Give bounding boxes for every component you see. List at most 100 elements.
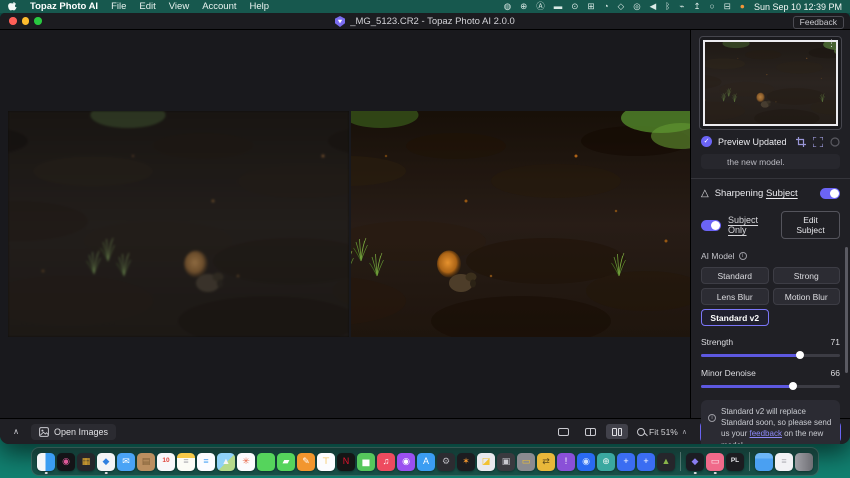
dock-file-transfer-icon[interactable]: ⇄ bbox=[537, 453, 555, 471]
display-icon[interactable]: ▬ bbox=[554, 0, 563, 13]
dock-game-app-icon[interactable]: ✶ bbox=[457, 453, 475, 471]
screen-mirroring-icon[interactable]: ⊞ bbox=[587, 0, 594, 13]
update-icon[interactable]: ↥ bbox=[693, 0, 700, 13]
dock-network-globe-app-icon[interactable]: ⊕ bbox=[597, 453, 615, 471]
menu-item-file[interactable]: File bbox=[111, 0, 126, 13]
zoom-out-icon[interactable] bbox=[637, 428, 645, 436]
zoom-fit-label[interactable]: Fit 51% bbox=[649, 427, 678, 437]
dock-topaz-photo-ai-icon[interactable]: ◆ bbox=[686, 453, 704, 471]
dock-keynote-icon[interactable]: ⊤ bbox=[317, 453, 335, 471]
model-button-standard[interactable]: Standard bbox=[701, 267, 769, 284]
dock-lightroom-app-icon[interactable]: ▲ bbox=[657, 453, 675, 471]
sharpening-label: Sharpening Subject bbox=[715, 188, 798, 199]
single-view-button[interactable] bbox=[552, 424, 574, 439]
dock-alert-app-icon[interactable]: ! bbox=[557, 453, 575, 471]
model-button-strong[interactable]: Strong bbox=[773, 267, 841, 284]
dock-reminders-icon[interactable]: ≡ bbox=[197, 453, 215, 471]
feedback-link[interactable]: feedback bbox=[749, 429, 781, 438]
open-images-button[interactable]: Open Images bbox=[31, 424, 116, 440]
dock-mail-icon[interactable]: ✉ bbox=[117, 453, 135, 471]
topaz-logo-icon bbox=[335, 16, 345, 27]
dock-document-icon[interactable]: ≡ bbox=[775, 453, 793, 471]
dock-finder-icon[interactable] bbox=[37, 453, 55, 471]
photo-preview-processed[interactable] bbox=[351, 111, 690, 337]
dock-system-settings-icon[interactable]: ⚙ bbox=[437, 453, 455, 471]
sidecar-icon[interactable]: ⊟ bbox=[724, 0, 731, 13]
panel-scrollbar[interactable] bbox=[845, 247, 848, 373]
dock-screen-sharing-icon[interactable]: ▭ bbox=[517, 453, 535, 471]
dock-compass-app-icon[interactable]: ◉ bbox=[577, 453, 595, 471]
model-button-lens-blur[interactable]: Lens Blur bbox=[701, 288, 769, 305]
ai-model-info-icon[interactable]: i bbox=[739, 252, 747, 260]
dock-folder-icon[interactable] bbox=[755, 453, 773, 471]
scrolled-notice-card: the new model. bbox=[701, 154, 840, 169]
input-source-icon[interactable]: Ⓐ bbox=[536, 0, 545, 13]
spotlight-icon[interactable]: ○ bbox=[710, 0, 715, 13]
model-button-standard-v2[interactable]: Standard v2 bbox=[701, 309, 769, 326]
menu-item-account[interactable]: Account bbox=[202, 0, 236, 13]
timer-icon[interactable]: ◔ bbox=[604, 0, 609, 13]
fullscreen-icon[interactable] bbox=[813, 137, 823, 147]
app-status-icon[interactable]: ● bbox=[740, 0, 745, 13]
image-canvas[interactable] bbox=[0, 30, 690, 418]
split-view-button[interactable] bbox=[579, 424, 601, 439]
feedback-button[interactable]: Feedback bbox=[793, 16, 844, 29]
network-icon[interactable]: ⊕ bbox=[520, 0, 527, 13]
bluetooth-icon[interactable]: ᛒ bbox=[665, 0, 670, 13]
dock-podcasts-icon[interactable]: ◉ bbox=[397, 453, 415, 471]
crop-icon[interactable] bbox=[796, 137, 806, 147]
menu-item-edit[interactable]: Edit bbox=[139, 0, 155, 13]
dock-photo-booth-icon[interactable]: ▣ bbox=[497, 453, 515, 471]
dock-photos-icon[interactable]: ✳ bbox=[237, 453, 255, 471]
dock-app-store-icon[interactable]: A bbox=[417, 453, 435, 471]
dock-launchpad-icon[interactable]: ▦ bbox=[77, 453, 95, 471]
strength-slider[interactable] bbox=[701, 354, 840, 357]
dock-pages-icon[interactable]: ✎ bbox=[297, 453, 315, 471]
dock-messages-icon[interactable] bbox=[257, 453, 275, 471]
menu-item-help[interactable]: Help bbox=[250, 0, 270, 13]
subject-only-toggle[interactable] bbox=[701, 220, 721, 231]
airdrop-icon[interactable]: ◇ bbox=[618, 0, 625, 13]
menu-item-topaz-photo-ai[interactable]: Topaz Photo AI bbox=[30, 0, 98, 13]
dock-pink-display-app-icon[interactable]: ▭ bbox=[706, 453, 724, 471]
apple-menu-icon[interactable] bbox=[8, 2, 17, 12]
dock-textedit-icon[interactable]: ◪ bbox=[477, 453, 495, 471]
model-button-motion-blur[interactable]: Motion Blur bbox=[773, 288, 841, 305]
dock-facetime-icon[interactable]: ▰ bbox=[277, 453, 295, 471]
accessibility-icon[interactable]: ⌁ bbox=[679, 0, 684, 13]
zoom-icon[interactable]: ⊙ bbox=[571, 0, 578, 13]
dock-netflix-icon[interactable]: N bbox=[337, 453, 355, 471]
dock-calendar-icon[interactable]: 10 bbox=[157, 453, 175, 471]
record-icon[interactable]: ◎ bbox=[633, 0, 640, 13]
dock-notes-icon[interactable]: ≡ bbox=[177, 453, 195, 471]
sharpening-toggle[interactable] bbox=[820, 188, 840, 199]
dock-books-icon[interactable]: ▤ bbox=[137, 453, 155, 471]
photo-preview-original[interactable] bbox=[8, 111, 349, 337]
title-bar[interactable]: _MG_5123.CR2 - Topaz Photo AI 2.0.0 Feed… bbox=[0, 13, 850, 30]
side-by-side-view-button[interactable] bbox=[606, 424, 628, 439]
minimize-window-button[interactable] bbox=[22, 17, 30, 25]
close-window-button[interactable] bbox=[9, 17, 17, 25]
dock-safari-icon[interactable]: ◆ bbox=[97, 453, 115, 471]
compare-circle-icon[interactable] bbox=[830, 137, 840, 147]
zoom-window-button[interactable] bbox=[34, 17, 42, 25]
navigator-thumbnail[interactable]: ⋮ bbox=[699, 36, 842, 130]
dock-capture-app-1-icon[interactable]: + bbox=[617, 453, 635, 471]
dock-numbers-icon[interactable]: ▅ bbox=[357, 453, 375, 471]
edit-subject-button[interactable]: Edit Subject bbox=[781, 211, 840, 239]
volume-icon[interactable]: ◀ bbox=[650, 0, 657, 13]
dock-siri-icon[interactable]: ◉ bbox=[57, 453, 75, 471]
zoom-caret-icon[interactable]: ∧ bbox=[682, 428, 687, 436]
dock-separator bbox=[680, 452, 681, 471]
minor-denoise-slider[interactable] bbox=[701, 385, 840, 388]
dock-music-icon[interactable]: ♫ bbox=[377, 453, 395, 471]
dock-capture-app-2-icon[interactable]: + bbox=[637, 453, 655, 471]
voice-control-icon[interactable]: ◍ bbox=[504, 0, 511, 13]
dock-trash-icon[interactable] bbox=[795, 453, 813, 471]
thumbnail-menu-icon[interactable]: ⋮ bbox=[827, 39, 836, 48]
collapse-filmstrip-button[interactable]: ∧ bbox=[8, 424, 24, 440]
menu-clock[interactable]: Sun Sep 10 12:39 PM bbox=[754, 2, 842, 12]
dock-photo-lab-icon[interactable]: PL bbox=[726, 453, 744, 471]
dock-maps-icon[interactable]: ▲ bbox=[217, 453, 235, 471]
menu-item-view[interactable]: View bbox=[169, 0, 189, 13]
